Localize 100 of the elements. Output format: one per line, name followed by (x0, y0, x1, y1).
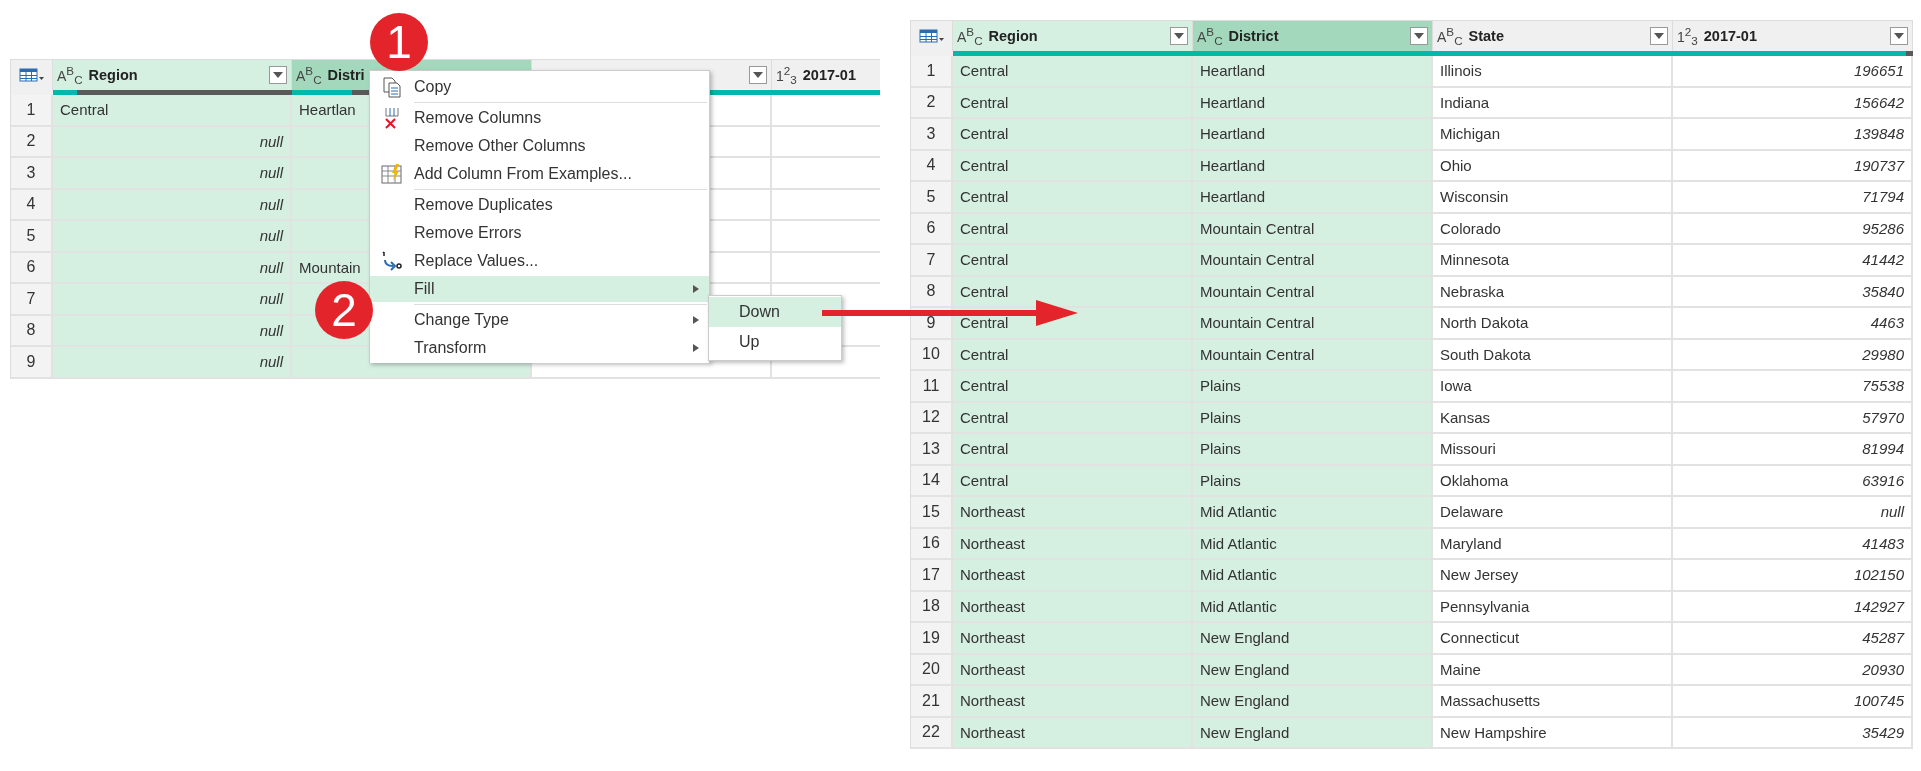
table-cell: 100745 (1673, 686, 1913, 718)
row-number: 3 (911, 119, 953, 151)
table-cell: Central (953, 119, 1193, 151)
table-cell: 20930 (1673, 654, 1913, 686)
table-cell: Missouri (1433, 434, 1673, 466)
row-number: 6 (11, 252, 53, 284)
table-cell: Colorado (1433, 213, 1673, 245)
table-cell: New England (1193, 623, 1433, 655)
table-cell: null (53, 315, 292, 347)
table-cell: null (53, 347, 292, 379)
table-cell: Maine (1433, 654, 1673, 686)
row-number: 11 (911, 371, 953, 403)
table-cell: Central (953, 371, 1193, 403)
column-name: Region (88, 67, 139, 83)
row-number: 6 (911, 213, 953, 245)
table-cell: Massachusetts (1433, 686, 1673, 718)
table-cell: Oklahoma (1433, 465, 1673, 497)
table-cell: Central (953, 150, 1193, 182)
table-cell: Northeast (953, 497, 1193, 529)
table-cell: 81994 (1673, 434, 1913, 466)
row-number: 2 (11, 126, 53, 158)
table-cell: Pennsylvania (1433, 591, 1673, 623)
table-cell: 41442 (1673, 245, 1913, 277)
table-cell: Mountain Central (1193, 339, 1433, 371)
row-number: 2 (911, 87, 953, 119)
table-cell: Northeast (953, 623, 1193, 655)
row-number: 13 (911, 434, 953, 466)
table-cell: Heartland (1193, 56, 1433, 88)
table-cell: Heartland (1193, 182, 1433, 214)
table-cell: 190737 (1673, 150, 1913, 182)
table-cell: null (53, 221, 292, 253)
table-cell: Plains (1193, 465, 1433, 497)
row-number: 14 (911, 465, 953, 497)
row-number: 17 (911, 560, 953, 592)
row-number: 19 (911, 623, 953, 655)
table-cell: Kansas (1433, 402, 1673, 434)
table-cell: Central (953, 56, 1193, 88)
row-number: 3 (11, 158, 53, 190)
table-cell: Northeast (953, 654, 1193, 686)
table-cell: Indiana (1433, 87, 1673, 119)
table-cell: Central (953, 434, 1193, 466)
table-cell: Iowa (1433, 371, 1673, 403)
table-cell: 35840 (1673, 276, 1913, 308)
table-cell: New Hampshire (1433, 717, 1673, 749)
table-cell: New England (1193, 654, 1433, 686)
table-cell: Central (953, 402, 1193, 434)
row-number: 8 (911, 276, 953, 308)
table-cell: null (53, 252, 292, 284)
row-number: 1 (11, 95, 53, 127)
table-cell: Plains (1193, 371, 1433, 403)
row-number: 4 (911, 150, 953, 182)
table-cell: Maryland (1433, 528, 1673, 560)
row-number: 1 (911, 56, 953, 88)
row-number: 9 (11, 347, 53, 379)
table-cell: New Jersey (1433, 560, 1673, 592)
table-cell: North Dakota (1433, 308, 1673, 340)
table-cell: Mid Atlantic (1193, 591, 1433, 623)
table-cell: null (1673, 497, 1913, 529)
table-cell: Nebraska (1433, 276, 1673, 308)
table-cell: Central (953, 87, 1193, 119)
row-number: 5 (911, 182, 953, 214)
table-cell: Delaware (1433, 497, 1673, 529)
table-cell: Wisconsin (1433, 182, 1673, 214)
table-cell: null (53, 158, 292, 190)
table-cell: New England (1193, 717, 1433, 749)
row-number: 15 (911, 497, 953, 529)
table-cell: Mountain Central (1193, 308, 1433, 340)
row-number: 20 (911, 654, 953, 686)
row-number: 4 (11, 189, 53, 221)
table-cell: Central (953, 465, 1193, 497)
table-cell: 71794 (1673, 182, 1913, 214)
table-cell: Central (953, 213, 1193, 245)
row-number: 16 (911, 528, 953, 560)
table-cell: Plains (1193, 402, 1433, 434)
table-cell: 63916 (1673, 465, 1913, 497)
table-cell: Northeast (953, 528, 1193, 560)
table-cell: 142927 (1673, 591, 1913, 623)
table-cell: Illinois (1433, 56, 1673, 88)
column-name: Region (988, 28, 1039, 44)
table-cell: 45287 (1673, 623, 1913, 655)
table-cell: 196651 (1673, 56, 1913, 88)
table-cell: Connecticut (1433, 623, 1673, 655)
row-number: 12 (911, 402, 953, 434)
row-number: 10 (911, 339, 953, 371)
table-cell: Mid Atlantic (1193, 497, 1433, 529)
table-cell: Mid Atlantic (1193, 560, 1433, 592)
row-number: 21 (911, 686, 953, 718)
table-cell: 57970 (1673, 402, 1913, 434)
table-cell: Central (953, 182, 1193, 214)
table-cell: Central (53, 95, 292, 127)
table-cell: Heartland (1193, 87, 1433, 119)
row-number: 7 (11, 284, 53, 316)
table-cell: 95286 (1673, 213, 1913, 245)
row-number: 5 (11, 221, 53, 253)
column-name: District (1228, 28, 1280, 44)
table-cell: New England (1193, 686, 1433, 718)
table-cell: Heartland (1193, 150, 1433, 182)
table-cell: Northeast (953, 560, 1193, 592)
table-cell: Northeast (953, 717, 1193, 749)
table-cell: Heartland (1193, 119, 1433, 151)
